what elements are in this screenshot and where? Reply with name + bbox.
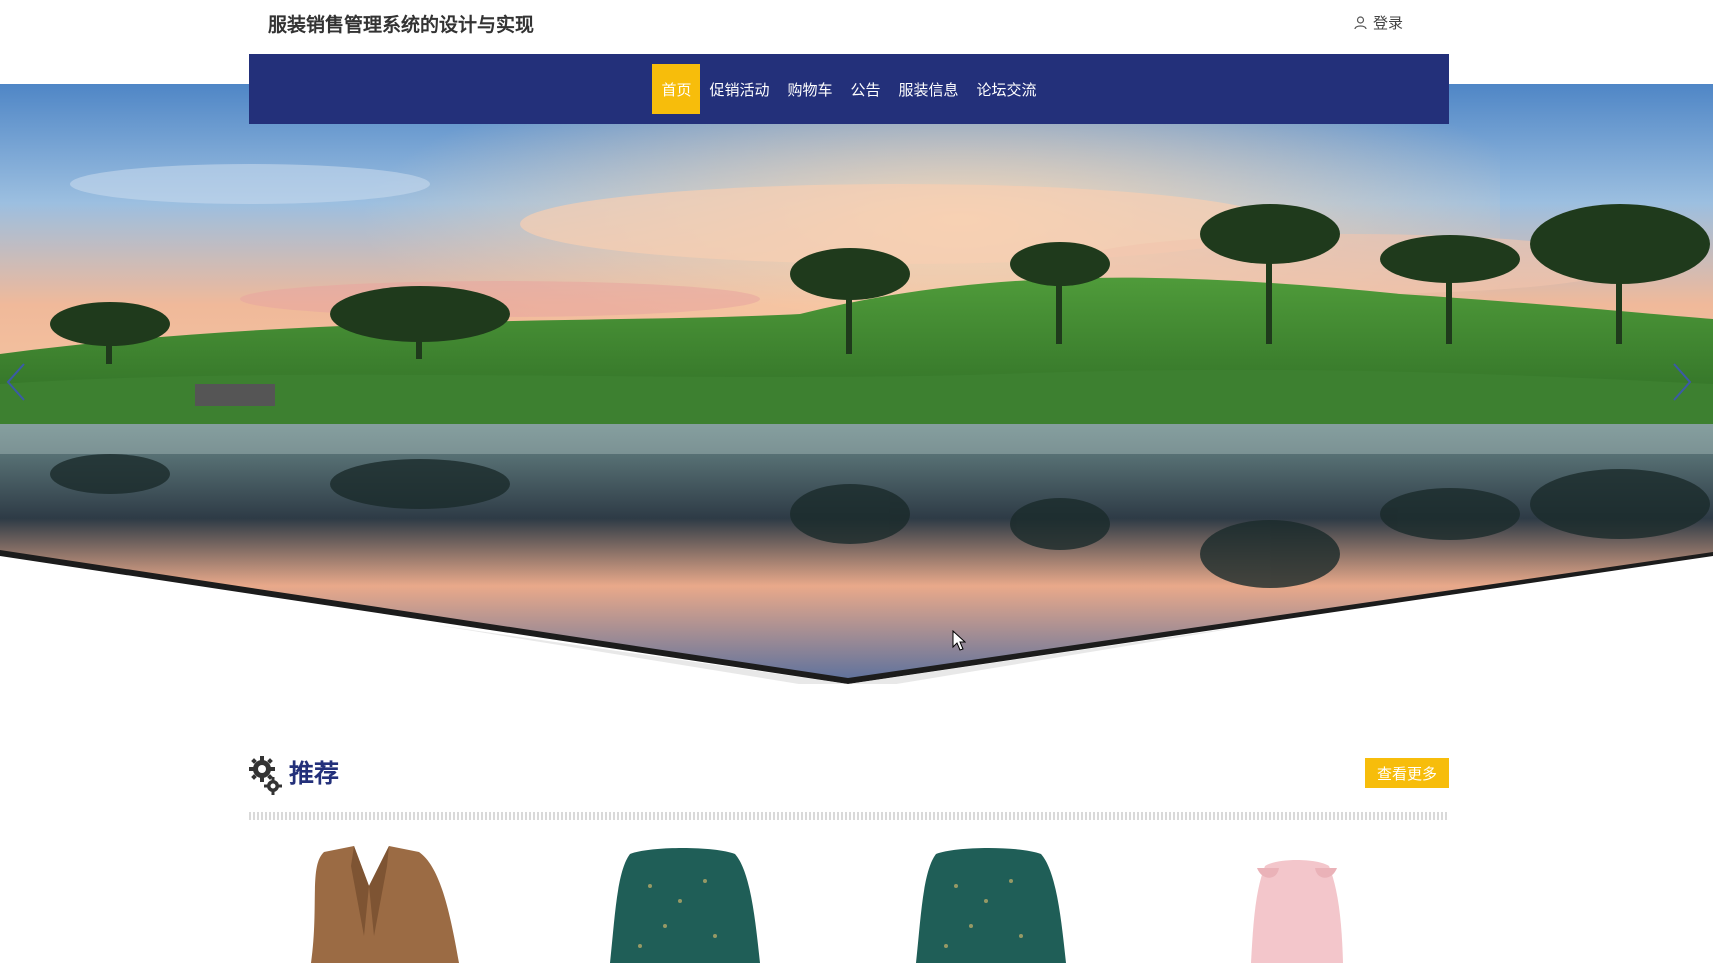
nav-item-cart[interactable]: 购物车	[778, 64, 841, 114]
main-nav: 首页 促销活动 购物车 公告 服装信息 论坛交流	[249, 54, 1449, 124]
gears-icon	[249, 756, 282, 795]
product-card[interactable]	[249, 846, 509, 963]
nav-item-announcements[interactable]: 公告	[842, 64, 890, 114]
carousel-next-button[interactable]	[1670, 360, 1694, 404]
product-image	[610, 848, 760, 963]
nav-item-home[interactable]: 首页	[652, 64, 701, 114]
product-card[interactable]	[555, 846, 815, 963]
product-image	[311, 846, 459, 963]
chevron-left-icon	[6, 363, 25, 401]
product-image	[1251, 860, 1343, 963]
login-link[interactable]: 登录	[1354, 12, 1403, 34]
section-title: 推荐	[289, 759, 340, 788]
view-more-button[interactable]: 查看更多	[1365, 758, 1449, 788]
section-divider	[249, 812, 1449, 820]
product-card[interactable]	[1167, 846, 1427, 963]
hero-image	[0, 84, 1713, 684]
hero-banner	[0, 84, 1713, 684]
product-card[interactable]	[861, 846, 1121, 963]
chevron-right-icon	[1673, 363, 1692, 401]
login-label: 登录	[1373, 14, 1404, 32]
cursor-icon	[952, 630, 966, 651]
recommend-section-header: 推荐 查看更多	[249, 754, 1449, 804]
product-image	[916, 848, 1066, 963]
site-title: 服装销售管理系统的设计与实现	[268, 14, 535, 36]
user-icon	[1354, 16, 1367, 30]
page: 服装销售管理系统的设计与实现 登录 首页 促销活动 购物车 公告 服装信息 论坛…	[0, 0, 1713, 963]
product-grid	[249, 846, 1449, 963]
carousel-prev-button[interactable]	[4, 360, 28, 404]
nav-item-forum[interactable]: 论坛交流	[968, 64, 1046, 114]
nav-item-promotions[interactable]: 促销活动	[700, 64, 778, 114]
nav-item-clothing-info[interactable]: 服装信息	[890, 64, 968, 114]
